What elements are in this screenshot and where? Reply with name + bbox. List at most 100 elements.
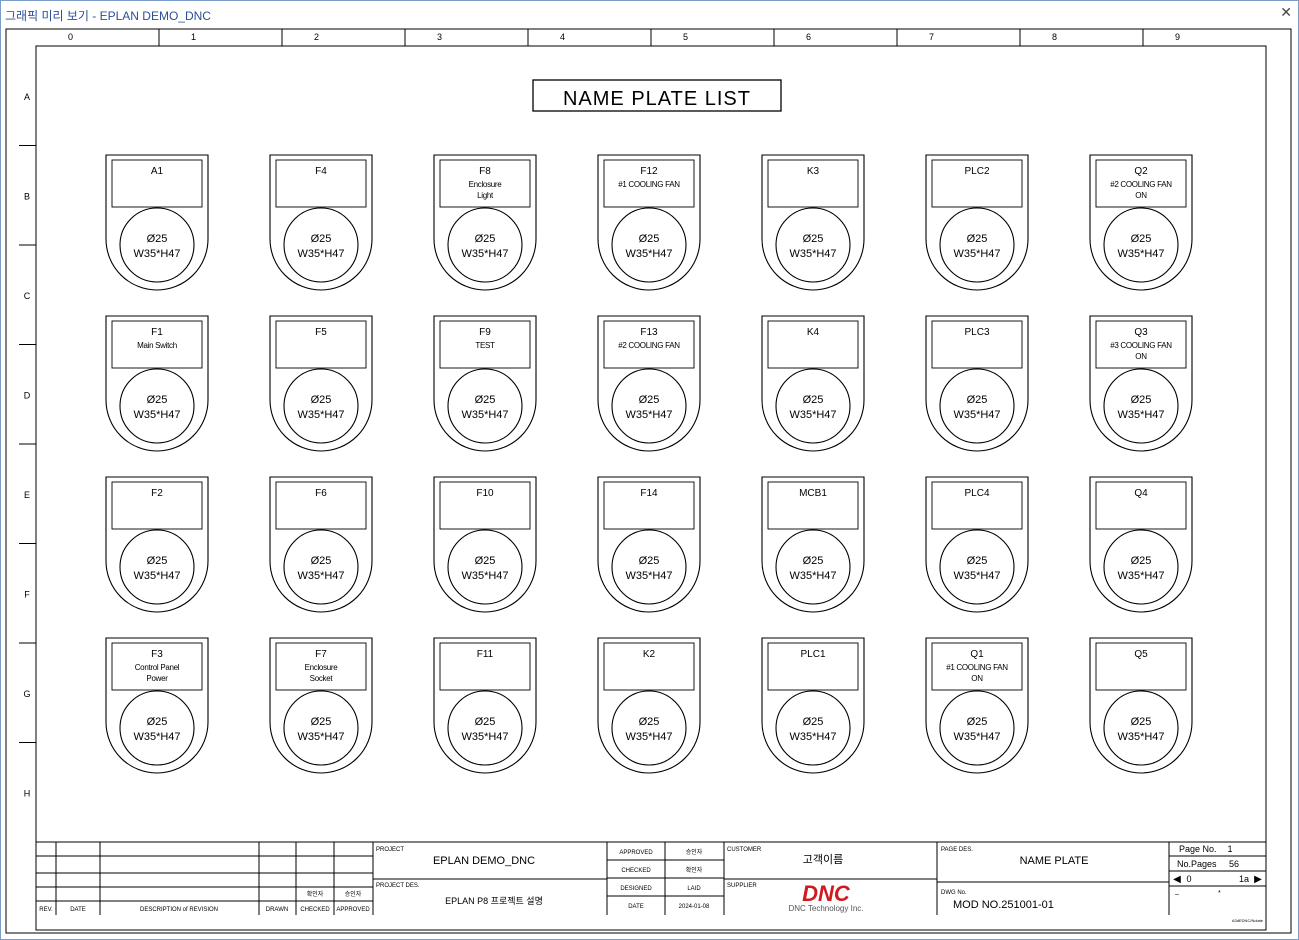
rev-header-rev: REV.: [39, 907, 53, 913]
plate-hole: [119, 529, 195, 605]
date-value: 2024-01-08: [679, 904, 710, 910]
page-star: *: [1218, 890, 1221, 897]
column-label: 8: [1052, 32, 1057, 42]
name-plate: F13 #2 COOLING FAN Ø25 W35*H47: [597, 315, 701, 452]
plate-dimensions: W35*H47: [133, 248, 180, 260]
name-plate: K3 Ø25 W35*H47: [761, 154, 865, 291]
next-page-icon[interactable]: ▶: [1254, 874, 1262, 885]
name-plate: Q3 #3 COOLING FAN ON Ø25 W35*H47: [1089, 315, 1193, 452]
row-label: F: [24, 590, 30, 600]
plate-tag: A1: [151, 166, 164, 177]
customer-name: 고객이름: [803, 853, 843, 866]
plate-tag: F9: [479, 327, 491, 338]
plate-tag: F12: [640, 166, 658, 177]
row-label: B: [24, 192, 30, 202]
plate-hole: [939, 368, 1015, 444]
plate-desc: Enclosure: [469, 180, 503, 189]
page-description: NAME PLATE: [1020, 855, 1089, 867]
plate-tag: PLC2: [964, 166, 989, 177]
plate-diameter: Ø25: [1131, 394, 1152, 406]
column-label: 3: [437, 32, 442, 42]
name-plate: F2 Ø25 W35*H47: [105, 476, 209, 613]
plate-diameter: Ø25: [311, 716, 332, 728]
plate-dimensions: W35*H47: [461, 570, 508, 582]
name-plate: F11 Ø25 W35*H47: [433, 637, 537, 774]
name-plate: F14 Ø25 W35*H47: [597, 476, 701, 613]
plate-tag: Q1: [970, 649, 984, 660]
column-label: 1: [191, 32, 196, 42]
supplier-label: SUPPLIER: [727, 883, 757, 889]
rev-header-date: DATE: [70, 907, 86, 913]
plate-tag: F3: [151, 649, 163, 660]
row-label: A: [24, 92, 30, 102]
plate-hole: [119, 368, 195, 444]
name-plate: K2 Ø25 W35*H47: [597, 637, 701, 774]
project-des-label: PROJECT DES.: [376, 883, 420, 889]
plate-diameter: Ø25: [311, 233, 332, 245]
approved-label: APPROVED: [619, 850, 653, 856]
small-code: A3dEDNC/Nolate: [1232, 918, 1264, 923]
plate-dimensions: W35*H47: [133, 570, 180, 582]
plate-desc: ON: [1135, 352, 1147, 361]
plate-tag: F6: [315, 488, 327, 499]
plate-dimensions: W35*H47: [297, 248, 344, 260]
close-icon[interactable]: ✕: [1280, 5, 1292, 21]
name-plate: F8 Enclosure Light Ø25 W35*H47: [433, 154, 537, 291]
plate-diameter: Ø25: [1131, 716, 1152, 728]
plate-hole: [1103, 529, 1179, 605]
plate-dimensions: W35*H47: [297, 731, 344, 743]
plate-dimensions: W35*H47: [1117, 731, 1164, 743]
plate-diameter: Ø25: [475, 716, 496, 728]
plate-desc: TEST: [475, 341, 495, 350]
plate-hole: [939, 529, 1015, 605]
plate-hole: [939, 207, 1015, 283]
name-plate: F10 Ø25 W35*H47: [433, 476, 537, 613]
rev-checked-sign: 확인자: [307, 890, 324, 898]
plate-hole: [775, 207, 851, 283]
approved-value: 승인자: [686, 848, 703, 856]
row-ruler: A B C D E F G H: [19, 92, 36, 799]
plate-diameter: Ø25: [147, 716, 168, 728]
plate-dimensions: W35*H47: [133, 731, 180, 743]
rev-header-drawn: DRAWN: [266, 907, 288, 913]
plate-desc: ON: [1135, 191, 1147, 200]
column-ruler: 0 1 2 3 4 5 6 7 8 9: [68, 29, 1180, 46]
plate-diameter: Ø25: [803, 233, 824, 245]
plate-tag: PLC3: [964, 327, 989, 338]
name-plate: F5 Ø25 W35*H47: [269, 315, 373, 452]
plate-hole: [1103, 207, 1179, 283]
page-no-label: Page No.: [1179, 844, 1217, 854]
drawing-sheet: 0123456789 ABCDEFGH NAME PLATE LIST A1Ø2…: [5, 28, 1292, 934]
plate-dimensions: W35*H47: [1117, 570, 1164, 582]
plate-diameter: Ø25: [311, 394, 332, 406]
name-plate: Q4 Ø25 W35*H47: [1089, 476, 1193, 613]
plate-desc: Enclosure: [305, 663, 339, 672]
page-des-label: PAGE DES.: [941, 847, 973, 853]
plate-tag: K4: [807, 327, 820, 338]
plate-hole: [119, 207, 195, 283]
plate-dimensions: W35*H47: [1117, 409, 1164, 421]
plate-tag: K3: [807, 166, 820, 177]
plate-hole: [1103, 368, 1179, 444]
plate-hole: [775, 368, 851, 444]
project-name: EPLAN DEMO_DNC: [433, 855, 535, 867]
plate-dimensions: W35*H47: [133, 409, 180, 421]
name-plate: F12 #1 COOLING FAN Ø25 W35*H47: [597, 154, 701, 291]
title-block: REV. DATE DESCRIPTION of REVISION DRAWN …: [36, 841, 1266, 923]
plate-tag: F7: [315, 649, 327, 660]
prev-page-icon[interactable]: ◀: [1173, 874, 1181, 885]
plate-dimensions: W35*H47: [625, 731, 672, 743]
plate-diameter: Ø25: [967, 233, 988, 245]
plate-dimensions: W35*H47: [625, 570, 672, 582]
preview-window: 그래픽 미리 보기 - EPLAN DEMO_DNC ✕ 0123456789 …: [0, 0, 1299, 940]
plate-diameter: Ø25: [475, 394, 496, 406]
plate-dimensions: W35*H47: [461, 409, 508, 421]
plate-hole: [283, 690, 359, 766]
plate-tag: F5: [315, 327, 327, 338]
drawing-title: NAME PLATE LIST: [563, 88, 751, 110]
plate-diameter: Ø25: [639, 394, 660, 406]
plate-tag: F2: [151, 488, 163, 499]
plate-tag: Q3: [1134, 327, 1148, 338]
column-label: 6: [806, 32, 811, 42]
plate-tag: K2: [643, 649, 656, 660]
